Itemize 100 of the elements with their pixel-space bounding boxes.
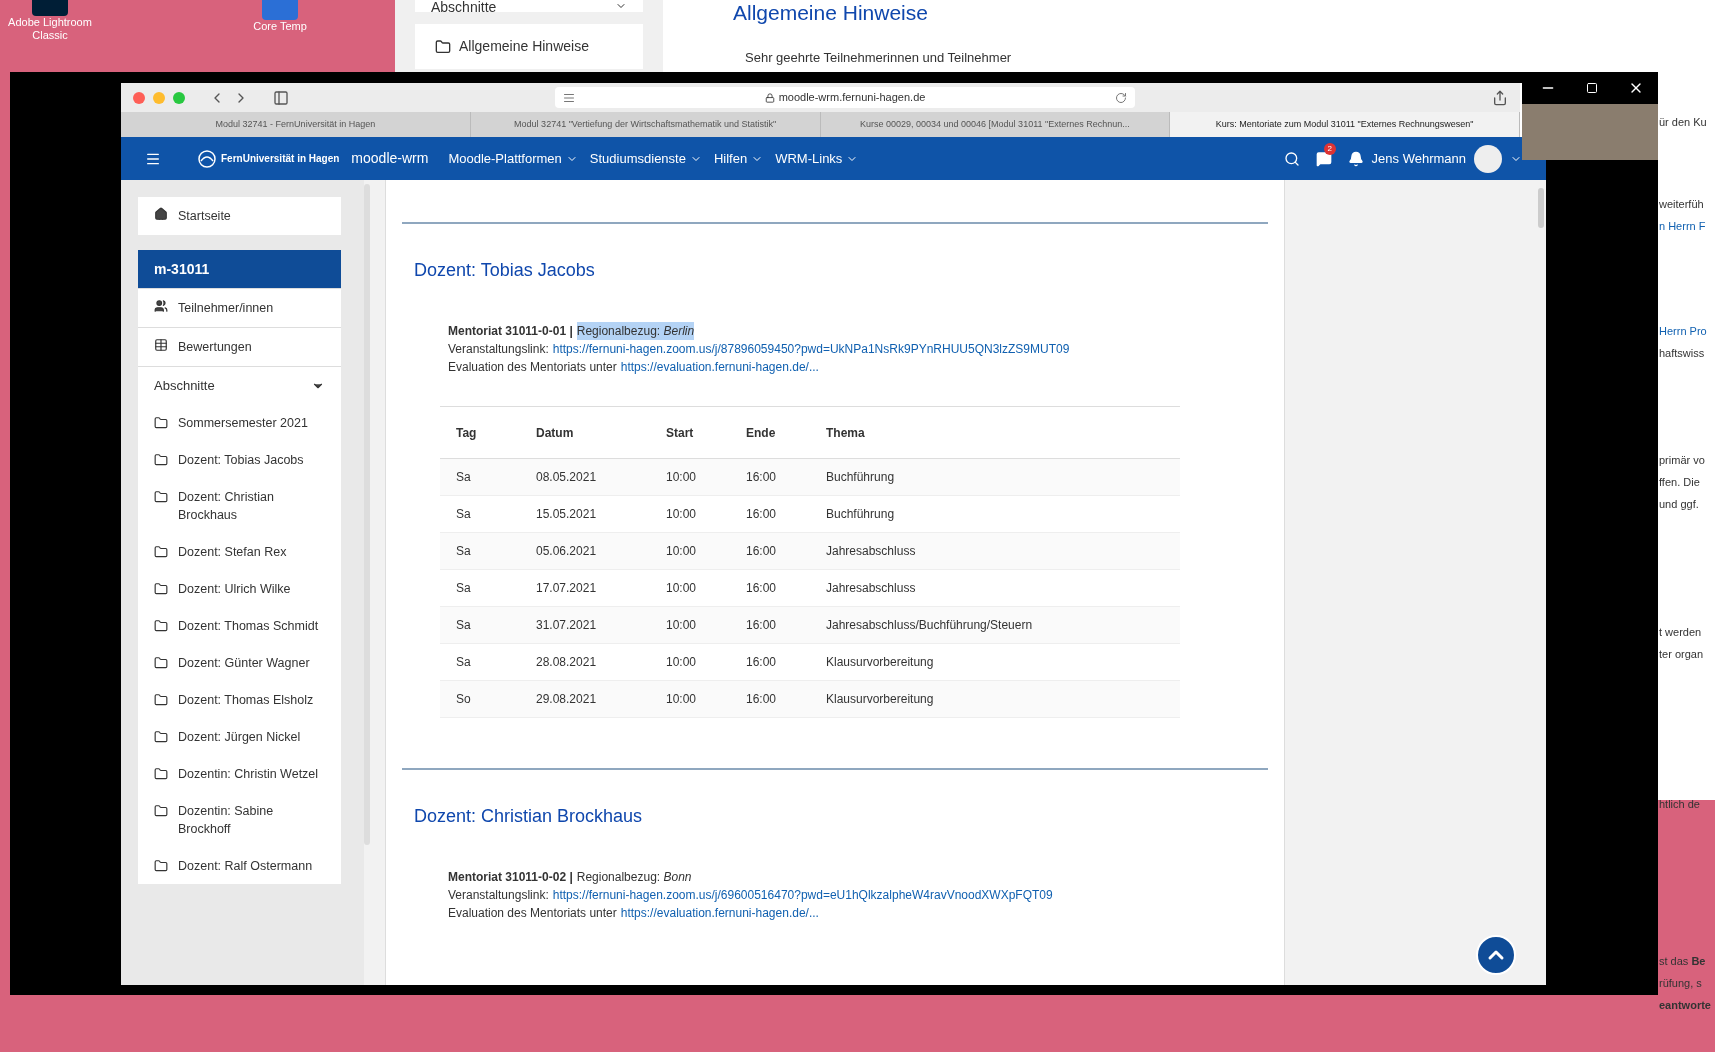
table-cell: Buchführung — [810, 458, 1180, 496]
folder-icon — [154, 729, 168, 744]
sidebar-item[interactable]: Dozentin: Sabine Brockhoff — [138, 792, 341, 847]
sidebar-item[interactable]: Dozent: Ralf Ostermann — [138, 847, 341, 884]
meeting-link[interactable]: https://fernuni-hagen.zoom.us/j/69600516470?pwd=eU1hQlkzalpheW4ravVnoodXWXpFQT09 — [552, 886, 1053, 904]
avatar-icon[interactable] — [1474, 144, 1502, 173]
folder-icon — [154, 544, 168, 559]
sidebar-item[interactable]: Dozent: Christian Brockhaus — [138, 478, 341, 533]
sidebar-item[interactable]: Dozent: Stefan Rex — [138, 533, 341, 570]
text-fragment: htlich de — [1659, 797, 1700, 812]
text-fragment: ffen. Die — [1659, 475, 1700, 490]
table-cell: 10:00 — [650, 643, 730, 681]
table-cell: 15.05.2021 — [520, 495, 650, 533]
table-cell: 05.06.2021 — [520, 532, 650, 570]
table-cell: 17.07.2021 — [520, 569, 650, 607]
region-text: Regionalbezug: Berlin — [576, 322, 695, 340]
desktop-icon-label[interactable]: Core Temp — [253, 20, 307, 33]
site-name[interactable]: moodle-wrm — [351, 148, 429, 169]
nav-menu[interactable]: Hilfen — [713, 148, 764, 169]
browser-tab[interactable]: Modul 32741 "Vertiefung der Wirtschaftsmathematik und Statistik" — [470, 112, 821, 137]
folder-icon — [154, 489, 168, 504]
table-cell: Jahresabschluss — [810, 569, 1180, 607]
text-fragment: eantworte — [1659, 998, 1711, 1013]
table-cell: Klausurvorbereitung — [810, 680, 1180, 718]
table-cell: Sa — [440, 532, 520, 570]
maximize-icon[interactable] — [1586, 82, 1598, 94]
sidebar-item[interactable]: Sommersemester 2021 — [138, 404, 341, 441]
table-cell: 10:00 — [650, 532, 730, 570]
text-fragment: primär vo — [1659, 453, 1705, 468]
column-header: Tag — [440, 406, 520, 459]
sidebar-item[interactable]: m-31011 — [138, 250, 341, 288]
user-name[interactable]: Jens Wehrmann — [1371, 148, 1466, 169]
region-text: Regionalbezug: Bonn — [576, 869, 692, 886]
table-cell: 16:00 — [730, 495, 810, 533]
evaluation-link[interactable]: https://evaluation.fernuni-hagen.de/... — [620, 904, 819, 922]
sidebar-item[interactable]: Dozent: Günter Wagner — [138, 644, 341, 681]
desktop-icon-label[interactable]: Adobe Lightroom Classic — [2, 16, 98, 42]
column-header: Start — [650, 406, 730, 459]
section-heading: Dozent: Christian Brockhaus — [413, 805, 644, 828]
evaluation-link[interactable]: https://evaluation.fernuni-hagen.de/... — [620, 358, 819, 376]
text-link[interactable]: Herrn Pro — [1659, 320, 1707, 342]
section-header[interactable]: Abschnitte — [138, 366, 341, 404]
folder-icon — [154, 452, 168, 467]
text-fragment: ter organ — [1659, 647, 1704, 662]
table-cell: Sa — [440, 606, 520, 644]
folder-icon — [154, 655, 168, 670]
folder-icon — [435, 38, 451, 55]
sidebar-item[interactable]: Dozent: Jürgen Nickel — [138, 718, 341, 755]
folder-icon — [154, 803, 168, 818]
table-cell: Sa — [440, 458, 520, 496]
link-label: Veranstaltungslink: — [448, 887, 549, 904]
sidebar-item[interactable]: Bewertungen — [138, 327, 341, 366]
browser-tab[interactable]: Modul 32741 - FernUniversität in Hagen — [121, 112, 471, 137]
home-icon — [154, 207, 168, 221]
text-fragment: haftswiss — [1659, 346, 1705, 361]
text-fragment: ür den Ku — [1659, 115, 1707, 130]
sidebar-item[interactable]: Dozent: Ulrich Wilke — [138, 570, 341, 607]
table-cell: Jahresabschluss — [810, 532, 1180, 570]
sidebar-item[interactable]: Dozent: Tobias Jacobs — [138, 441, 341, 478]
address-bar[interactable]: moodle-wrm.fernuni-hagen.de — [555, 87, 1135, 108]
table-cell: 28.08.2021 — [520, 643, 650, 681]
evaluation-label: Evaluation des Mentoriats unter — [448, 359, 617, 376]
column-header: Ende — [730, 406, 810, 459]
nav-menu[interactable]: WRM-Links — [775, 148, 859, 169]
meeting-link[interactable]: https://fernuni-hagen.zoom.us/j/87896059450?pwd=UkNPa1NsRk9PYnRHUU5QN3lzZS9MUT09 — [552, 340, 1070, 358]
sidebar-item[interactable]: Startseite — [138, 197, 341, 235]
text-fragment: und ggf. — [1659, 497, 1699, 512]
table-cell: Sa — [440, 569, 520, 607]
table-cell: 10:00 — [650, 569, 730, 607]
bell-icon[interactable] — [1347, 150, 1364, 167]
search-icon[interactable] — [1283, 150, 1300, 167]
table-cell: 16:00 — [730, 606, 810, 644]
text-link[interactable]: n Herrn F — [1659, 215, 1706, 237]
folder-icon — [154, 858, 168, 873]
table-cell: 16:00 — [730, 569, 810, 607]
browser-tab[interactable]: Kurs: Mentoriate zum Modul 31011 "Externes Rechnungswesen" — [1170, 112, 1520, 137]
scroll-to-top-button[interactable] — [1476, 935, 1516, 975]
link-label: Veranstaltungslink: — [448, 341, 549, 358]
reload-icon — [1115, 91, 1127, 104]
sidebar-item[interactable]: Allgemeine Hinweise — [415, 24, 643, 69]
logo-text: FernUniversität in Hagen — [221, 152, 340, 166]
url-text: moodle-wrm.fernuni-hagen.de — [778, 90, 926, 106]
sidebar-item[interactable]: Dozent: Thomas Elsholz — [138, 681, 341, 718]
sidebar-item[interactable]: Dozentin: Christin Wetzel — [138, 755, 341, 792]
table-cell: 29.08.2021 — [520, 680, 650, 718]
chat-icon[interactable] — [1315, 150, 1332, 167]
table-cell: 16:00 — [730, 643, 810, 681]
browser-tab[interactable]: Kurse 00029, 00034 und 00046 [Modul 31011 "Externes Rechnun... — [820, 112, 1171, 137]
folder-icon — [154, 581, 168, 596]
nav-menu[interactable]: Studiumsdienste — [589, 148, 702, 169]
folder-icon — [154, 692, 168, 707]
sidebar-item[interactable]: Teilnehmer/innen — [138, 288, 341, 327]
sidebar-toggle-icon[interactable] — [273, 89, 289, 106]
column-header: Thema — [810, 406, 1180, 459]
sidebar-item[interactable]: Dozent: Thomas Schmidt — [138, 607, 341, 644]
section-header[interactable]: Abschnitte — [415, 0, 643, 12]
nav-menu[interactable]: Moodle-Plattformen — [448, 148, 578, 169]
evaluation-label: Evaluation des Mentoriats unter — [448, 905, 617, 922]
message-count-badge: 2 — [1323, 142, 1337, 155]
share-icon[interactable] — [1492, 89, 1508, 106]
